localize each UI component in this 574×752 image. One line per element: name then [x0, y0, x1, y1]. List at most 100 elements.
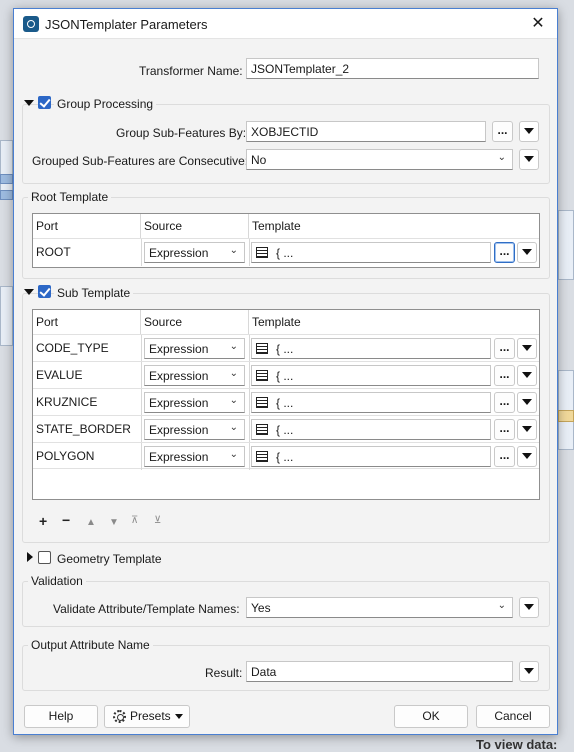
group-processing-panel	[22, 104, 550, 184]
template-ellipsis-button[interactable]: ...	[494, 242, 515, 263]
collapse-arrow-icon[interactable]	[24, 100, 34, 106]
move-down-icon[interactable]: ▼	[109, 516, 119, 530]
table-row[interactable]: CODE_TYPE Expression ⌄ { ... ...	[33, 334, 539, 362]
text-editor-icon[interactable]	[256, 451, 268, 462]
table-row[interactable]: KRUZNICE Expression ⌄ { ... ...	[33, 388, 539, 416]
table-row[interactable]: POLYGON Expression ⌄ { ... ...	[33, 442, 539, 470]
consecutive-value: No	[251, 153, 267, 167]
validate-select[interactable]: Yes ⌄	[246, 597, 513, 618]
result-menu-button[interactable]	[519, 661, 539, 682]
port-cell: ROOT	[36, 245, 71, 259]
template-ellipsis-button[interactable]: ...	[494, 338, 515, 359]
result-input[interactable]: Data	[246, 661, 513, 682]
source-select[interactable]: Expression ⌄	[144, 446, 245, 467]
table-row[interactable]: EVALUE Expression ⌄ { ... ...	[33, 361, 539, 389]
column-header-source: Source	[141, 214, 249, 238]
template-value: { ...	[276, 450, 294, 464]
root-template-table: Port Source Template ROOT Expression ⌄ {…	[32, 213, 540, 268]
background-tag	[558, 410, 574, 422]
ok-button[interactable]: OK	[394, 705, 468, 728]
group-by-ellipsis-button[interactable]: ...	[492, 121, 513, 142]
group-processing-title: Group Processing	[54, 97, 157, 111]
template-menu-button[interactable]	[517, 365, 537, 386]
move-bottom-icon[interactable]: ⊻	[154, 514, 161, 528]
validate-label: Validate Attribute/Template Names:	[53, 602, 240, 616]
text-editor-icon[interactable]	[256, 343, 268, 354]
chevron-down-icon: ⌄	[229, 368, 238, 379]
template-menu-button[interactable]	[517, 338, 537, 359]
validation-title: Validation	[28, 574, 86, 588]
table-row[interactable]: STATE_BORDER Expression ⌄ { ... ...	[33, 415, 539, 443]
geometry-template-checkbox[interactable]	[38, 551, 51, 564]
port-cell: POLYGON	[36, 449, 95, 463]
group-by-input[interactable]: XOBJECTID	[246, 121, 486, 142]
transformer-name-input[interactable]: JSONTemplater_2	[246, 58, 539, 79]
template-field[interactable]: { ...	[251, 242, 491, 263]
chevron-down-icon: ⌄	[229, 395, 238, 406]
source-value: Expression	[149, 423, 209, 437]
group-by-label: Group Sub-Features By:	[116, 126, 247, 140]
presets-button[interactable]: Presets	[104, 705, 190, 728]
column-header-template: Template	[252, 315, 301, 329]
geometry-template-title: Geometry Template	[54, 552, 165, 566]
template-ellipsis-button[interactable]: ...	[494, 365, 515, 386]
template-menu-button[interactable]	[517, 446, 537, 467]
presets-label: Presets	[130, 709, 171, 723]
sub-template-title: Sub Template	[54, 286, 134, 300]
close-button[interactable]: ✕	[525, 12, 551, 36]
template-menu-button[interactable]	[517, 392, 537, 413]
template-field[interactable]: { ...	[251, 365, 491, 386]
template-field[interactable]: { ...	[251, 392, 491, 413]
sub-template-checkbox[interactable]	[38, 285, 51, 298]
template-menu-button[interactable]	[517, 242, 537, 263]
column-header-port: Port	[33, 214, 141, 238]
validate-value: Yes	[251, 601, 271, 615]
root-template-title: Root Template	[28, 190, 112, 204]
port-cell: KRUZNICE	[36, 395, 98, 409]
template-menu-button[interactable]	[517, 419, 537, 440]
column-header-template: Template	[252, 219, 301, 233]
dialog-title: JSONTemplater Parameters	[45, 17, 208, 32]
add-icon[interactable]: +	[39, 514, 47, 528]
remove-icon[interactable]: −	[62, 513, 70, 527]
template-value: { ...	[276, 246, 294, 260]
text-editor-icon[interactable]	[256, 247, 268, 258]
template-ellipsis-button[interactable]: ...	[494, 446, 515, 467]
collapse-arrow-icon[interactable]	[24, 289, 34, 295]
background-hint-text: To view data:	[476, 737, 558, 752]
expand-arrow-icon[interactable]	[27, 552, 33, 562]
template-ellipsis-button[interactable]: ...	[494, 419, 515, 440]
source-select[interactable]: Expression ⌄	[144, 392, 245, 413]
source-select[interactable]: Expression ⌄	[144, 419, 245, 440]
template-field[interactable]: { ...	[251, 419, 491, 440]
consecutive-select[interactable]: No ⌄	[246, 149, 513, 170]
consecutive-menu-button[interactable]	[519, 149, 539, 170]
port-cell: STATE_BORDER	[36, 422, 131, 436]
group-processing-checkbox[interactable]	[38, 96, 51, 109]
help-button[interactable]: Help	[24, 705, 98, 728]
chevron-down-icon: ⌄	[497, 152, 506, 163]
background-port	[0, 190, 13, 200]
template-field[interactable]: { ...	[251, 338, 491, 359]
move-up-icon[interactable]: ▲	[86, 516, 96, 530]
column-header-source: Source	[141, 310, 249, 334]
template-field[interactable]: { ...	[251, 446, 491, 467]
template-ellipsis-button[interactable]: ...	[494, 392, 515, 413]
table-row[interactable]: ROOT Expression ⌄ { ... ...	[33, 238, 539, 266]
parameters-dialog: JSONTemplater Parameters ✕ Transformer N…	[13, 8, 558, 735]
text-editor-icon[interactable]	[256, 370, 268, 381]
source-select[interactable]: Expression ⌄	[144, 242, 245, 263]
move-top-icon[interactable]: ⊼	[131, 514, 138, 528]
output-attribute-title: Output Attribute Name	[28, 638, 153, 652]
source-value: Expression	[149, 369, 209, 383]
cancel-button[interactable]: Cancel	[476, 705, 550, 728]
source-select[interactable]: Expression ⌄	[144, 338, 245, 359]
source-select[interactable]: Expression ⌄	[144, 365, 245, 386]
group-by-menu-button[interactable]	[519, 121, 539, 142]
chevron-down-icon	[175, 714, 183, 719]
validate-menu-button[interactable]	[519, 597, 539, 618]
template-value: { ...	[276, 396, 294, 410]
text-editor-icon[interactable]	[256, 397, 268, 408]
column-header-port: Port	[33, 310, 141, 334]
text-editor-icon[interactable]	[256, 424, 268, 435]
